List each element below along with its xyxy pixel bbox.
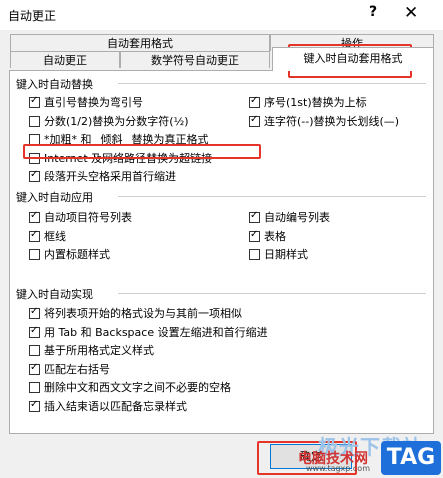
checkbox-heading-styles[interactable]: 内置标题样式 <box>29 246 110 262</box>
checkbox-box[interactable] <box>249 95 260 108</box>
checkbox-list-format[interactable]: 将列表项开始的格式设为与其前一项相似 <box>29 305 242 321</box>
checkbox-straight-quotes[interactable]: 直引号替换为弯引号 <box>29 94 143 110</box>
group-title-apply: 键入时自动应用 <box>16 191 93 204</box>
checkbox-auto-numbering[interactable]: 自动编号列表 <box>249 209 330 225</box>
checkbox-label: 直引号替换为弯引号 <box>44 96 143 109</box>
checkbox-label: 段落开头空格采用首行缩进 <box>44 170 176 183</box>
group-separator <box>118 196 426 197</box>
checkbox-box[interactable] <box>29 133 40 145</box>
checkbox-box[interactable] <box>29 344 40 356</box>
window-title: 自动更正 <box>8 9 57 23</box>
checkbox-box[interactable] <box>249 114 260 127</box>
checkbox-tab-backspace[interactable]: 用 Tab 和 Backspace 设置左缩进和首行缩进 <box>29 324 268 340</box>
checkbox-label: 匹配左右括号 <box>44 363 110 376</box>
checkbox-label: 删除中文和西文文字之间不必要的空格 <box>44 381 231 394</box>
checkbox-hyphens[interactable]: 连字符(--)替换为长划线(—) <box>249 113 399 129</box>
checkbox-box[interactable] <box>29 210 40 223</box>
tab-autoformat-as-you-type[interactable]: 键入时自动套用格式 <box>272 47 434 71</box>
close-icon[interactable]: ✕ <box>404 3 418 23</box>
checkbox-box[interactable] <box>29 229 40 242</box>
checkbox-define-styles[interactable]: 基于所用格式定义样式 <box>29 342 154 358</box>
checkbox-match-brackets[interactable]: 匹配左右括号 <box>29 361 110 377</box>
checkbox-label: 插入结束语以匹配备忘录样式 <box>44 400 187 413</box>
tab-math-autocorrect[interactable]: 数学符号自动更正 <box>120 51 270 68</box>
checkbox-first-line-indent[interactable]: 段落开头空格采用首行缩进 <box>29 168 176 184</box>
checkbox-box[interactable] <box>29 362 40 375</box>
title-bar: 自动更正 ? ✕ <box>0 0 443 30</box>
checkbox-label: 自动编号列表 <box>264 211 330 224</box>
checkbox-memo-closing[interactable]: 插入结束语以匹配备忘录样式 <box>29 398 187 414</box>
checkbox-label: 自动项目符号列表 <box>44 211 132 224</box>
annotation-internet-highlight <box>23 144 261 159</box>
checkbox-label: 序号(1st)替换为上标 <box>264 96 367 109</box>
watermark-url: www.tagxp.com <box>306 464 370 473</box>
checkbox-box[interactable] <box>29 381 40 393</box>
checkbox-fractions[interactable]: 分数(1/2)替换为分数字符(½) <box>29 113 189 129</box>
tab-autoformat[interactable]: 自动套用格式 <box>10 34 270 51</box>
checkbox-label: 用 Tab 和 Backspace 设置左缩进和首行缩进 <box>44 326 268 339</box>
group-title-replace: 键入时自动替换 <box>16 78 93 91</box>
group-title-realize: 键入时自动实现 <box>16 288 93 301</box>
checkbox-label: 日期样式 <box>264 248 308 261</box>
watermark-tag-logo: TAG <box>381 441 441 475</box>
checkbox-box[interactable] <box>249 229 260 242</box>
help-icon[interactable]: ? <box>369 4 377 20</box>
checkbox-label: 分数(1/2)替换为分数字符(½) <box>44 115 189 128</box>
group-separator <box>118 293 426 294</box>
checkbox-remove-spaces[interactable]: 删除中文和西文文字之间不必要的空格 <box>29 379 231 395</box>
checkbox-box[interactable] <box>29 325 40 338</box>
checkbox-box[interactable] <box>249 248 260 260</box>
checkbox-ordinals[interactable]: 序号(1st)替换为上标 <box>249 94 367 110</box>
checkbox-date-styles[interactable]: 日期样式 <box>249 246 308 262</box>
checkbox-box[interactable] <box>29 95 40 108</box>
checkbox-box[interactable] <box>29 399 40 412</box>
tab-autocorrect[interactable]: 自动更正 <box>10 51 120 68</box>
checkbox-label: 框线 <box>44 230 66 243</box>
checkbox-tables[interactable]: 表格 <box>249 228 286 244</box>
checkbox-label: 连字符(--)替换为长划线(—) <box>264 115 400 128</box>
checkbox-box[interactable] <box>29 115 40 127</box>
checkbox-label: 基于所用格式定义样式 <box>44 344 154 357</box>
checkbox-box[interactable] <box>29 169 40 182</box>
checkbox-label: 将列表项开始的格式设为与其前一项相似 <box>44 307 242 320</box>
checkbox-label: 内置标题样式 <box>44 248 110 261</box>
checkbox-auto-bullets[interactable]: 自动项目符号列表 <box>29 209 132 225</box>
checkbox-box[interactable] <box>29 248 40 260</box>
checkbox-borders[interactable]: 框线 <box>29 228 66 244</box>
checkbox-label: 表格 <box>264 230 286 243</box>
checkbox-box[interactable] <box>249 210 260 223</box>
group-separator <box>118 83 426 84</box>
checkbox-box[interactable] <box>29 306 40 319</box>
